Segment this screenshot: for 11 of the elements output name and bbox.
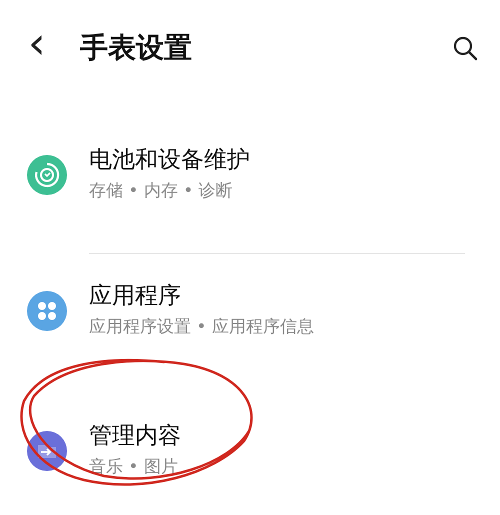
- item-title: 电池和设备维护: [89, 146, 250, 175]
- page-title: 手表设置: [80, 30, 193, 66]
- maintenance-icon: [27, 155, 67, 195]
- apps-icon: [27, 291, 67, 331]
- search-icon[interactable]: [452, 34, 478, 60]
- item-title: 应用程序: [89, 282, 182, 311]
- item-title: 管理内容: [89, 422, 181, 451]
- folder-icon: [27, 431, 67, 471]
- back-button[interactable]: ‹: [28, 22, 80, 66]
- item-subtitle: 存储 • 内存 • 诊断: [89, 180, 234, 203]
- item-subtitle: 应用程序设置 • 应用程序信息: [89, 316, 314, 339]
